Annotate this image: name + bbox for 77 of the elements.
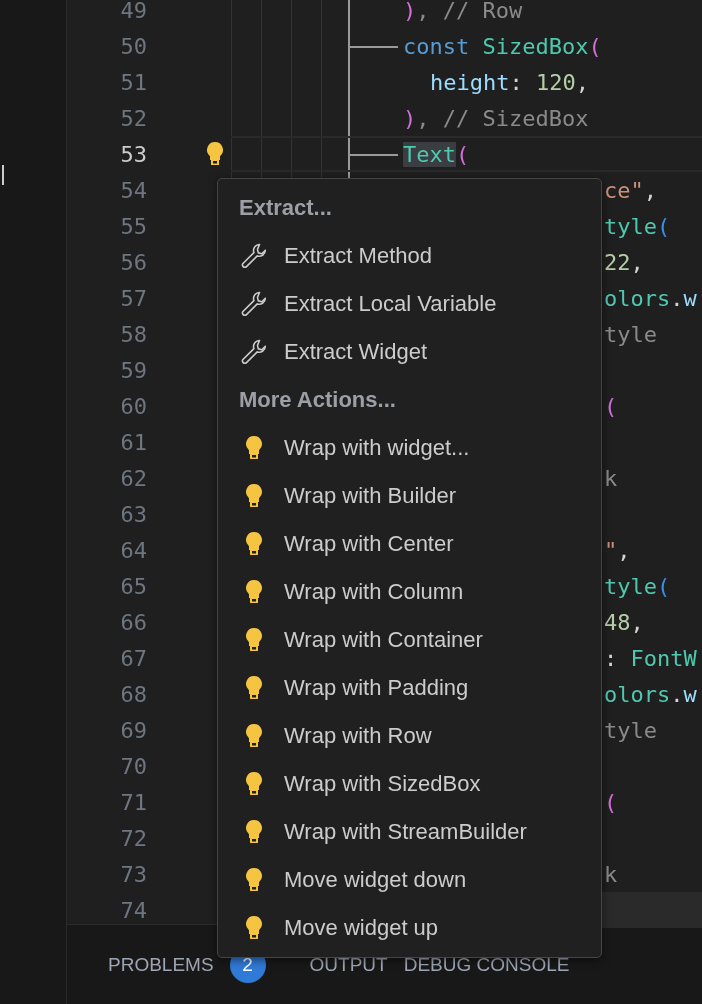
code-line: ( (604, 789, 618, 815)
lightbulb-icon (244, 675, 264, 701)
line-number: 63 (119, 501, 147, 527)
code-line: 22, (604, 249, 644, 275)
code-line: ), // SizedBox (403, 105, 589, 131)
code-line: ce", (604, 177, 657, 203)
menu-item[interactable]: Wrap with Row (218, 712, 601, 760)
line-number: 49 (119, 0, 147, 23)
line-number: 55 (119, 213, 147, 239)
line-number: 69 (119, 717, 147, 743)
code-line: ", (604, 537, 631, 563)
lightbulb-icon[interactable] (205, 141, 225, 167)
menu-item[interactable]: Wrap with StreamBuilder (218, 808, 601, 856)
line-number: 73 (119, 861, 147, 887)
line-number: 60 (119, 393, 147, 419)
line-number: 54 (119, 177, 147, 203)
line-number: 65 (119, 573, 147, 599)
line-number: 58 (119, 321, 147, 347)
line-number: 56 (119, 249, 147, 275)
code-line: olors.w (604, 285, 697, 311)
menu-item[interactable]: Wrap with Padding (218, 664, 601, 712)
code-line: 48, (604, 609, 644, 635)
line-number: 67 (119, 645, 147, 671)
line-number: 70 (119, 753, 147, 779)
code-line: ( (604, 393, 618, 419)
code-line: height: 120, (430, 69, 589, 95)
line-number: 72 (119, 825, 147, 851)
menu-item[interactable]: Wrap with SizedBox (218, 760, 601, 808)
lightbulb-icon (244, 627, 264, 653)
line-number: 52 (119, 105, 147, 131)
code-line: k (604, 465, 618, 491)
line-number: 57 (119, 285, 147, 311)
lightbulb-icon (244, 819, 264, 845)
menu-item[interactable]: Extract Widget (218, 328, 601, 376)
code-line: const SizedBox( (403, 33, 602, 59)
line-number: 66 (119, 609, 147, 635)
menu-item[interactable]: Extract Local Variable (218, 280, 601, 328)
menu-item[interactable]: Move widget down (218, 856, 601, 904)
code-line: tyle (604, 321, 657, 347)
line-number: 51 (119, 69, 147, 95)
lightbulb-icon (244, 915, 264, 941)
menu-item[interactable]: Wrap with widget... (218, 424, 601, 472)
line-number: 53 (119, 141, 147, 167)
code-line: ), // Row (403, 0, 523, 23)
code-line: : FontW (604, 645, 697, 671)
lightbulb-icon (244, 867, 264, 893)
code-line: olors.w (604, 681, 697, 707)
menu-section-header: More Actions... (238, 386, 396, 414)
lightbulb-icon (244, 579, 264, 605)
wrench-icon (240, 242, 268, 270)
lightbulb-icon (244, 723, 264, 749)
line-number: 50 (119, 33, 147, 59)
menu-item[interactable]: Wrap with Container (218, 616, 601, 664)
line-number: 61 (119, 429, 147, 455)
line-number: 64 (119, 537, 147, 563)
lightbulb-icon (244, 531, 264, 557)
panel-tab[interactable]: PROBLEMS (108, 953, 214, 976)
line-number: 71 (119, 789, 147, 815)
menu-item[interactable]: Wrap with Center (218, 520, 601, 568)
menu-item[interactable]: Wrap with Builder (218, 472, 601, 520)
line-number: 59 (119, 357, 147, 383)
line-number: 74 (119, 897, 147, 923)
code-line: tyle (604, 717, 657, 743)
lightbulb-icon (244, 771, 264, 797)
code-line: tyle( (604, 213, 671, 239)
wrench-icon (240, 290, 268, 318)
code-line: k (604, 861, 618, 887)
lightbulb-icon (244, 483, 264, 509)
line-number: 62 (119, 465, 147, 491)
text-cursor (2, 165, 4, 185)
menu-section-header: Extract... (238, 194, 332, 222)
lightbulb-icon (244, 435, 264, 461)
code-line: tyle( (604, 573, 671, 599)
menu-item[interactable]: Extract Method (218, 232, 601, 280)
line-number: 68 (119, 681, 147, 707)
wrench-icon (240, 338, 268, 366)
menu-item[interactable]: Wrap with Column (218, 568, 601, 616)
